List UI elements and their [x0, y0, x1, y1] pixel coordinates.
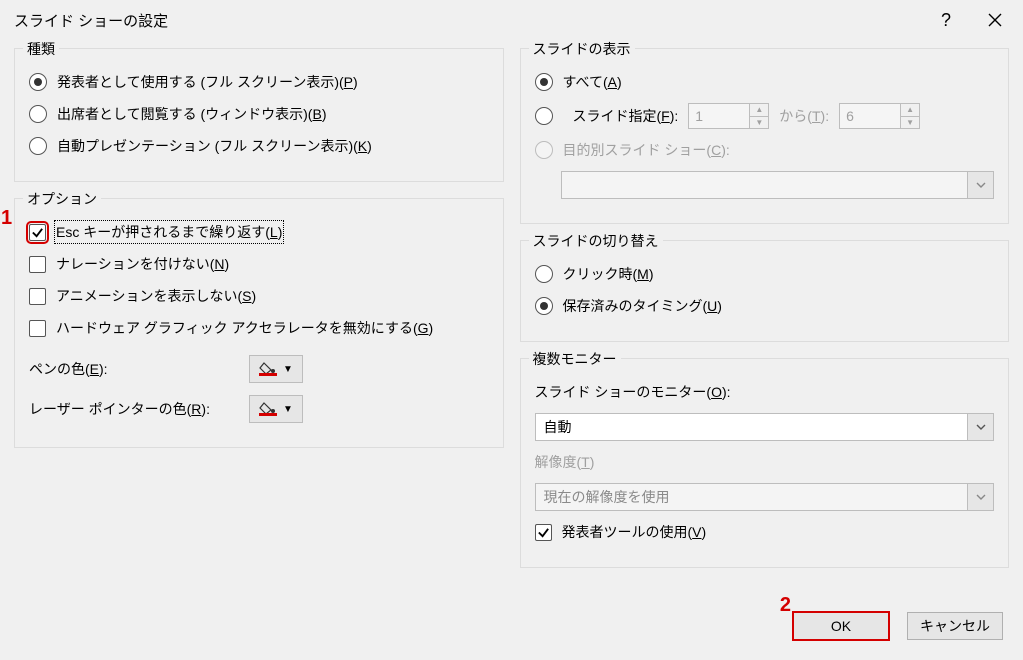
combo-value: 自動	[536, 417, 968, 437]
help-icon[interactable]: ?	[941, 11, 951, 29]
radio-label: すべて(A)	[563, 72, 622, 92]
custom-show-combo	[561, 171, 995, 199]
radio-label: 出席者として閲覧する (ウィンドウ表示)(B)	[57, 104, 326, 124]
radio-custom-show: 目的別スライド ショー(C):	[535, 139, 995, 161]
to-input[interactable]	[840, 104, 900, 128]
spin-down-icon[interactable]: ▼	[901, 116, 919, 128]
radio-icon	[29, 73, 47, 91]
annotation-2: 2	[780, 594, 791, 617]
type-group: 種類 発表者として使用する (フル スクリーン表示)(P) 出席者として閲覧する…	[14, 48, 504, 182]
radio-label: スライド指定(F):	[573, 106, 679, 126]
checkbox-icon	[29, 224, 46, 241]
check-animation[interactable]: アニメーションを表示しない(S)	[29, 285, 489, 307]
radio-slide-range[interactable]: スライド指定(F): ▲▼ から(T): ▲▼	[535, 103, 995, 129]
group-title-show-slides: スライドの表示	[529, 39, 635, 59]
radio-label: 目的別スライド ショー(C):	[563, 140, 730, 160]
monitor-label: スライド ショーのモニター(O):	[535, 382, 731, 402]
check-hardware[interactable]: ハードウェア グラフィック アクセラレータを無効にする(G)	[29, 317, 489, 339]
group-title-advance: スライドの切り替え	[529, 231, 663, 251]
chevron-down-icon[interactable]	[967, 414, 993, 440]
spin-up-icon[interactable]: ▲	[901, 104, 919, 116]
chevron-down-icon: ▼	[283, 364, 293, 375]
checkbox-icon	[535, 524, 552, 541]
radio-icon	[29, 105, 47, 123]
show-slides-group: スライドの表示 すべて(A) スライド指定(F): ▲▼ から(T): ▲▼	[520, 48, 1010, 224]
radio-icon	[535, 265, 553, 283]
radio-label: 自動プレゼンテーション (フル スクリーン表示)(K)	[57, 136, 372, 156]
radio-label: 発表者として使用する (フル スクリーン表示)(P)	[57, 72, 358, 92]
group-title-monitors: 複数モニター	[529, 349, 621, 369]
paint-bucket-icon	[259, 400, 277, 419]
check-label: アニメーションを表示しない(S)	[56, 286, 256, 306]
radio-icon	[535, 297, 553, 315]
radio-label: 保存済みのタイミング(U)	[563, 296, 722, 316]
radio-icon	[535, 73, 553, 91]
check-label: Esc キーが押されるまで繰り返す(L)	[56, 222, 282, 242]
annotation-1: 1	[1, 207, 12, 230]
dialog-footer: 2 OK キャンセル	[0, 598, 1023, 654]
to-label: から(T):	[779, 106, 829, 126]
to-spinner[interactable]: ▲▼	[839, 103, 920, 129]
radio-presenter[interactable]: 発表者として使用する (フル スクリーン表示)(P)	[29, 71, 489, 93]
checkbox-icon	[29, 288, 46, 305]
group-title-type: 種類	[23, 39, 59, 59]
cancel-button[interactable]: キャンセル	[907, 612, 1003, 640]
check-narration[interactable]: ナレーションを付けない(N)	[29, 253, 489, 275]
radio-icon	[535, 141, 553, 159]
laser-color-label: レーザー ポインターの色(R):	[29, 399, 249, 419]
laser-color-button[interactable]: ▼	[249, 395, 303, 423]
radio-browse[interactable]: 出席者として閲覧する (ウィンドウ表示)(B)	[29, 103, 489, 125]
check-label: ナレーションを付けない(N)	[56, 254, 229, 274]
from-spinner[interactable]: ▲▼	[688, 103, 769, 129]
check-presenter-view[interactable]: 発表者ツールの使用(V)	[535, 521, 995, 543]
pen-color-row: ペンの色(E): ▼	[29, 355, 489, 383]
resolution-combo: 現在の解像度を使用	[535, 483, 995, 511]
from-input[interactable]	[689, 104, 749, 128]
check-label: ハードウェア グラフィック アクセラレータを無効にする(G)	[56, 318, 433, 338]
radio-all-slides[interactable]: すべて(A)	[535, 71, 995, 93]
spin-up-icon[interactable]: ▲	[750, 104, 768, 116]
radio-timing[interactable]: 保存済みのタイミング(U)	[535, 295, 995, 317]
options-group: オプション 1 Esc キーが押されるまで繰り返す(L) ナレーションを付けない…	[14, 198, 504, 448]
radio-kiosk[interactable]: 自動プレゼンテーション (フル スクリーン表示)(K)	[29, 135, 489, 157]
close-icon[interactable]	[987, 12, 1003, 28]
check-loop[interactable]: Esc キーが押されるまで繰り返す(L)	[29, 221, 489, 243]
monitor-label-row: スライド ショーのモニター(O):	[535, 381, 995, 403]
laser-color-row: レーザー ポインターの色(R): ▼	[29, 395, 489, 423]
advance-group: スライドの切り替え クリック時(M) 保存済みのタイミング(U)	[520, 240, 1010, 342]
chevron-down-icon	[967, 172, 993, 198]
paint-bucket-icon	[259, 360, 277, 379]
ok-button[interactable]: OK	[793, 612, 889, 640]
radio-label: クリック時(M)	[563, 264, 654, 284]
resolution-label-row: 解像度(T)	[535, 451, 995, 473]
pen-color-button[interactable]: ▼	[249, 355, 303, 383]
checkbox-icon	[29, 256, 46, 273]
group-title-options: オプション	[23, 189, 101, 209]
radio-icon	[535, 107, 553, 125]
monitors-group: 複数モニター スライド ショーのモニター(O): 自動 解像度(T) 現在の解像…	[520, 358, 1010, 568]
checkbox-icon	[29, 320, 46, 337]
chevron-down-icon: ▼	[283, 404, 293, 415]
chevron-down-icon	[967, 484, 993, 510]
check-label: 発表者ツールの使用(V)	[562, 522, 707, 542]
radio-manual[interactable]: クリック時(M)	[535, 263, 995, 285]
radio-icon	[29, 137, 47, 155]
title-bar: スライド ショーの設定 ?	[0, 0, 1023, 40]
combo-value: 現在の解像度を使用	[536, 487, 968, 507]
dialog-title: スライド ショーの設定	[14, 10, 941, 31]
resolution-label: 解像度(T)	[535, 452, 595, 472]
spin-down-icon[interactable]: ▼	[750, 116, 768, 128]
custom-show-combo-row	[561, 171, 995, 199]
pen-color-label: ペンの色(E):	[29, 359, 249, 379]
monitor-combo[interactable]: 自動	[535, 413, 995, 441]
